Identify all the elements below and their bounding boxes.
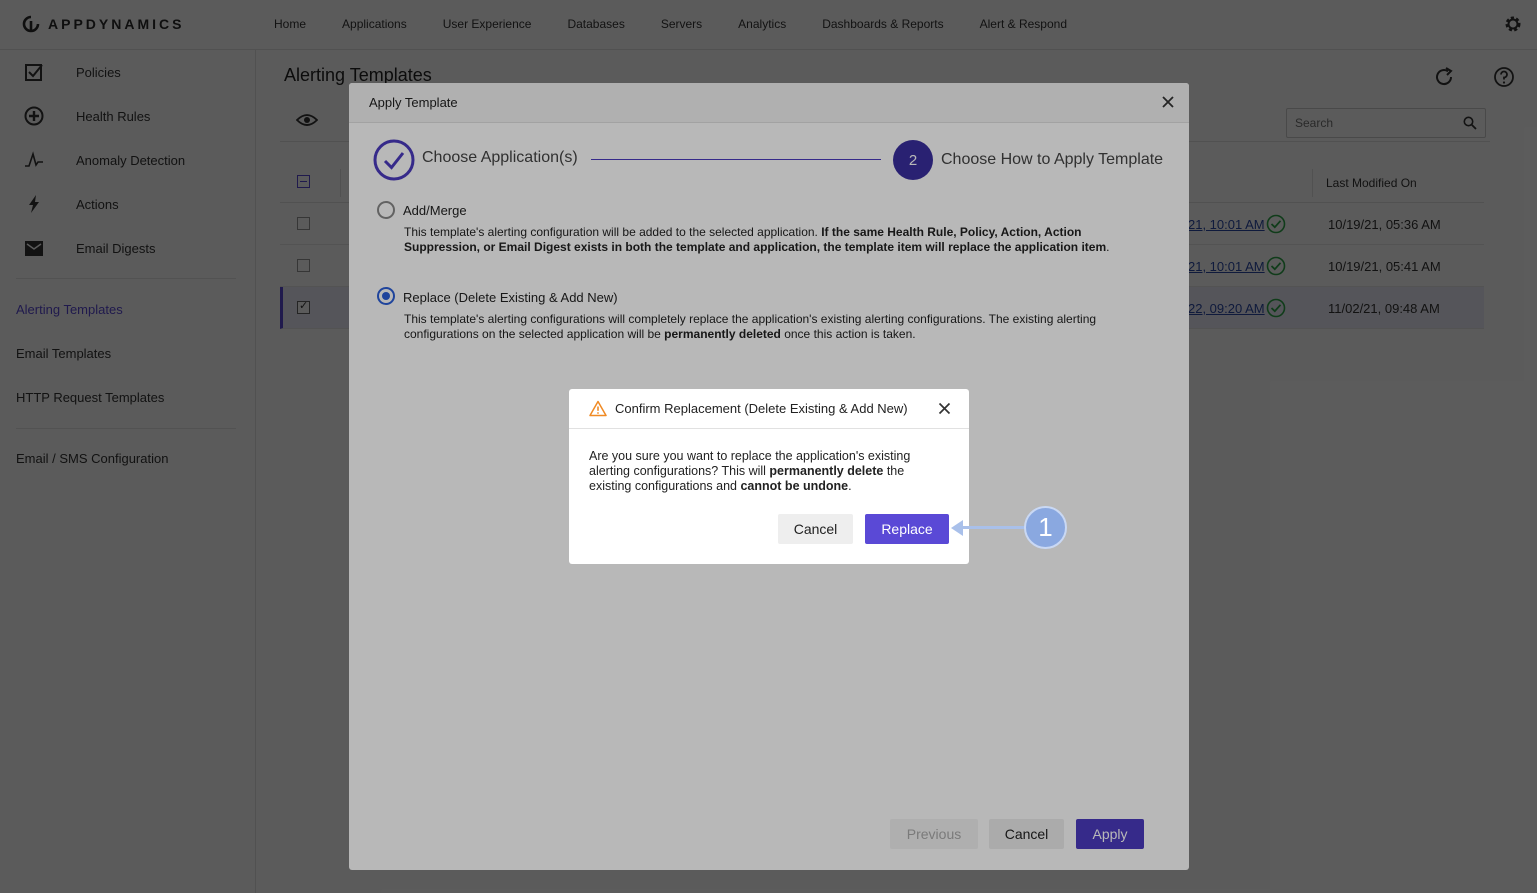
warning-icon [589, 400, 607, 417]
confirm-bold-text: cannot be undone [740, 479, 849, 493]
confirm-title: Confirm Replacement (Delete Existing & A… [615, 401, 908, 416]
confirm-message: Are you sure you want to replace the app… [589, 449, 949, 494]
confirm-cancel-button[interactable]: Cancel [778, 514, 853, 544]
confirm-text: . [848, 479, 852, 493]
confirm-bold-text: permanently delete [769, 464, 884, 478]
replace-button[interactable]: Replace [865, 514, 949, 544]
close-icon[interactable] [938, 402, 951, 415]
confirm-replacement-dialog: Confirm Replacement (Delete Existing & A… [569, 389, 969, 564]
callout-line [963, 526, 1025, 529]
callout-number: 1 [1024, 506, 1067, 549]
confirm-header: Confirm Replacement (Delete Existing & A… [569, 389, 969, 429]
callout-arrow-icon [951, 520, 963, 536]
